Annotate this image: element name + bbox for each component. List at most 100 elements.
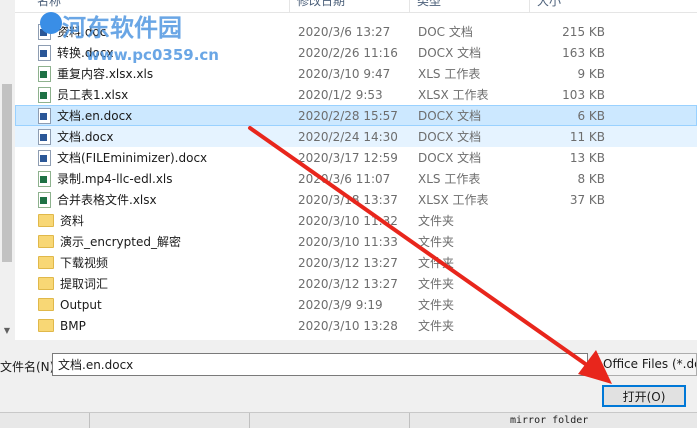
file-row[interactable]: 资料.doc 2020/3/6 13:27 DOC 文档 215 KB [15, 21, 697, 42]
file-name-cell: 转换.docx [16, 44, 291, 61]
column-header-size[interactable]: 大小 [530, 0, 610, 13]
file-name-cell: 下载视频 [16, 254, 291, 271]
file-date: 2020/2/28 15:57 [298, 108, 398, 123]
file-row[interactable]: BMP 2020/3/10 13:28 文件夹 [15, 315, 697, 336]
folder-icon [38, 256, 54, 269]
file-row[interactable]: 文档.docx 2020/2/24 14:30 DOCX 文档 11 KB [15, 126, 697, 147]
file-row[interactable]: 转换.docx 2020/2/26 11:16 DOCX 文档 163 KB [15, 42, 697, 63]
file-name: BMP [60, 318, 86, 333]
word-file-icon [38, 44, 51, 61]
file-list-pane: 名称 修改日期 类型 大小 资料.doc 2020/3/6 13:27 DOC 文档… [15, 0, 697, 340]
file-name: 员工表1.xlsx [57, 88, 129, 102]
file-size: 8 KB [577, 171, 605, 186]
file-row[interactable]: 文档(FILEminimizer).docx 2020/3/17 12:59 DOC… [15, 147, 697, 168]
folder-icon [38, 298, 54, 311]
filetype-select[interactable]: Office Files (*.doc [597, 353, 697, 376]
file-name: 演示_encrypted_解密 [60, 235, 181, 249]
file-size: 13 KB [569, 150, 605, 165]
file-name-cell: BMP [16, 319, 291, 333]
excel-file-icon [38, 86, 51, 103]
file-type: DOCX 文档 [418, 109, 482, 123]
file-date: 2020/3/17 12:59 [298, 150, 398, 165]
column-header: 名称 修改日期 类型 大小 [15, 0, 697, 13]
file-date: 2020/2/24 14:30 [298, 129, 398, 144]
file-date: 2020/1/2 9:53 [298, 87, 383, 102]
file-name: 资料 [60, 214, 85, 228]
file-type: DOC 文档 [418, 25, 473, 39]
background-panel [250, 413, 410, 428]
filename-input[interactable] [52, 353, 588, 376]
file-type: XLS 工作表 [418, 67, 481, 81]
excel-file-icon [38, 191, 51, 208]
file-type: DOCX 文档 [418, 46, 482, 60]
file-type: XLSX 工作表 [418, 193, 489, 207]
file-row[interactable]: 重复内容.xlsx.xls 2020/3/10 9:47 XLS 工作表 9 KB [15, 63, 697, 84]
file-row[interactable]: 员工表1.xlsx 2020/1/2 9:53 XLSX 工作表 103 KB [15, 84, 697, 105]
file-date: 2020/3/10 9:47 [298, 66, 391, 81]
file-row[interactable]: 资料 2020/3/10 11:32 文件夹 [15, 210, 697, 231]
file-size: 6 KB [577, 108, 605, 123]
file-name: 文档.docx [57, 130, 114, 144]
file-type: 文件夹 [418, 277, 455, 291]
file-type: DOCX 文档 [418, 130, 482, 144]
file-name: 文档(FILEminimizer).docx [57, 151, 208, 165]
file-type: 文件夹 [418, 235, 455, 249]
navigation-pane: ▼ [0, 0, 14, 340]
file-type: XLS 工作表 [418, 172, 481, 186]
file-date: 2020/3/12 13:27 [298, 276, 398, 291]
file-name-cell: 文档(FILEminimizer).docx [16, 149, 291, 166]
file-name-cell: 员工表1.xlsx [16, 86, 291, 103]
scroll-down-arrow-icon[interactable]: ▼ [0, 322, 14, 338]
file-name-cell: 录制.mp4-llc-edl.xls [16, 170, 291, 187]
column-header-name[interactable]: 名称 [15, 0, 290, 13]
folder-icon [38, 319, 54, 332]
file-size: 11 KB [569, 129, 605, 144]
word-file-icon [38, 23, 51, 40]
file-name: 录制.mp4-llc-edl.xls [57, 172, 173, 186]
file-date: 2020/3/10 11:32 [298, 213, 398, 228]
file-row[interactable]: 演示_encrypted_解密 2020/3/10 11:33 文件夹 [15, 231, 697, 252]
file-type: XLSX 工作表 [418, 88, 489, 102]
word-file-icon [38, 107, 51, 124]
background-panel [90, 413, 250, 428]
file-name-cell: 演示_encrypted_解密 [16, 233, 291, 250]
folder-icon [38, 214, 54, 227]
folder-icon [38, 277, 54, 290]
file-date: 2020/3/10 13:28 [298, 318, 398, 333]
file-name: Output [60, 297, 102, 312]
file-row[interactable]: 录制.mp4-llc-edl.xls 2020/3/6 11:07 XLS 工作表 8… [15, 168, 697, 189]
file-name-cell: 资料.doc [16, 23, 291, 40]
file-name-cell: 提取词汇 [16, 275, 291, 292]
file-date: 2020/3/12 13:27 [298, 255, 398, 270]
file-row[interactable]: 文档.en.docx 2020/2/28 15:57 DOCX 文档 6 KB [15, 105, 697, 126]
file-size: 37 KB [569, 192, 605, 207]
file-size: 215 KB [562, 24, 605, 39]
file-type: 文件夹 [418, 256, 455, 270]
column-header-date[interactable]: 修改日期 [290, 0, 410, 13]
file-name: 资料.doc [57, 25, 107, 39]
open-button[interactable]: 打开(O) [602, 385, 686, 407]
folder-icon [38, 235, 54, 248]
file-name: 下载视频 [60, 256, 109, 270]
column-header-type[interactable]: 类型 [410, 0, 530, 13]
file-name: 提取词汇 [60, 277, 109, 291]
background-panel [0, 413, 90, 428]
excel-file-icon [38, 65, 51, 82]
file-type: 文件夹 [418, 298, 455, 312]
background-window-text: mirror folder [510, 415, 589, 426]
file-size: 103 KB [562, 87, 605, 102]
file-row[interactable]: 提取词汇 2020/3/12 13:27 文件夹 [15, 273, 697, 294]
file-row[interactable]: 合并表格文件.xlsx 2020/3/18 13:37 XLSX 工作表 37 KB [15, 189, 697, 210]
word-file-icon [38, 128, 51, 145]
background-window: mirror folder [0, 412, 697, 428]
file-name-cell: 文档.docx [16, 128, 291, 145]
file-row[interactable]: 下载视频 2020/3/12 13:27 文件夹 [15, 252, 697, 273]
filename-label: 文件名(N): [0, 360, 59, 374]
file-row[interactable]: Output 2020/3/9 9:19 文件夹 [15, 294, 697, 315]
word-file-icon [38, 149, 51, 166]
file-type: DOCX 文档 [418, 151, 482, 165]
nav-scrollbar-thumb[interactable] [2, 84, 12, 262]
file-size: 9 KB [577, 66, 605, 81]
nav-scrollbar[interactable]: ▼ [0, 0, 14, 340]
file-date: 2020/3/6 13:27 [298, 24, 391, 39]
